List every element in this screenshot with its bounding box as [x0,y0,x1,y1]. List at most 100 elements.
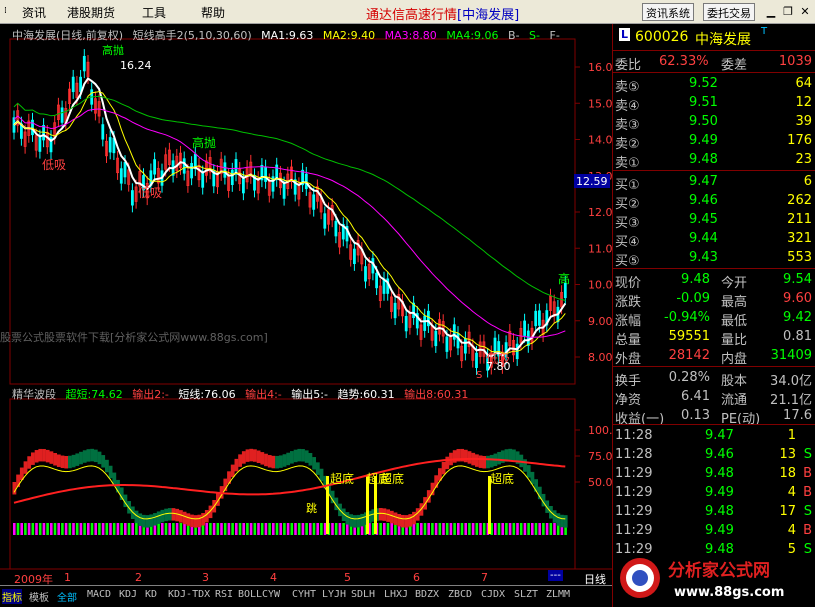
tab-macd[interactable]: MACD [87,589,111,600]
tab-sdlh[interactable]: SDLH [351,589,375,600]
stat-value: -0.94% [664,310,710,325]
band-cell [105,523,109,535]
sub-bar [253,449,257,462]
stat-row[interactable]: 现价 9.48 今开 9.54 [613,271,815,291]
sub-bar [56,454,61,467]
sub-bar [352,515,357,528]
band-cell [346,523,349,535]
band-cell [305,523,308,535]
trade-button[interactable]: 委托交易 [703,3,755,21]
annot-low-buy-2: 低吸 [138,186,163,200]
ask-row[interactable]: 卖③ 9.50 39 [613,113,815,133]
sub-bar [463,449,468,463]
ask-price: 9.49 [689,133,718,148]
tick-row[interactable]: 11:29 9.49 4 B [613,522,815,540]
sub-bar [563,515,568,528]
band-cell [94,523,97,535]
tab-kdj-tdx[interactable]: KDJ-TDX [168,589,210,600]
tab-zlmm[interactable]: ZLMM [546,589,570,600]
tab-zbcd[interactable]: ZBCD [448,589,472,600]
tab-kd[interactable]: KD [145,589,157,600]
stat2-row[interactable]: 换手 0.28% 股本 34.0亿 [613,369,815,389]
band-cell [223,523,227,535]
tab-lyjh[interactable]: LYJH [322,589,346,600]
stat-row[interactable]: 涨幅 -0.94% 最低 9.42 [613,309,815,329]
bid-row[interactable]: 买⑤ 9.43 553 [613,249,815,269]
tick-volume: 4 [787,485,796,500]
tick-row[interactable]: 11:29 9.48 18 B [613,465,815,483]
band-cell [453,523,456,535]
tab-指标[interactable]: 指标 [2,589,22,604]
band-cell [120,523,123,535]
tab-cyht[interactable]: CYHT [292,589,316,600]
tick-row[interactable]: 11:28 9.47 1 [613,427,815,445]
candle-body [190,163,194,179]
time-cursor[interactable]: --- [548,570,563,581]
stat-row[interactable]: 总量 59551 量比 0.81 [613,328,815,348]
ask-row[interactable]: 卖④ 9.51 12 [613,94,815,114]
tick-row[interactable]: 11:29 9.49 4 B [613,484,815,502]
tab-lhxj[interactable]: LHXJ [384,589,408,600]
tick-row[interactable]: 11:29 9.48 17 S [613,503,815,521]
band-cell [246,523,249,535]
ma1-value: MA1:9.63 [261,29,314,42]
candle-body [538,310,541,326]
band-cell [20,523,23,535]
band-cell [549,523,553,535]
weibi-value: 62.33% [659,54,709,69]
band-cell [445,523,449,535]
band-cell [508,523,512,535]
bid-row[interactable]: 买④ 9.44 321 [613,230,815,250]
menu-help[interactable]: 帮助 [201,4,225,21]
candle-body [445,336,449,352]
time-month-5: 5 [344,571,351,584]
sub-bar [182,511,187,525]
out5-value: 输出5:- [291,388,328,401]
stat-row[interactable]: 外盘 28142 内盘 31409 [613,347,815,367]
tab-slzt[interactable]: SLZT [514,589,538,600]
stat2-row[interactable]: 收益(一) 0.13 PE(动) 17.6 [613,407,815,427]
sub-bar [164,508,168,522]
close-icon[interactable]: ✕ [797,4,813,19]
tick-row[interactable]: 11:28 9.46 13 S [613,446,815,464]
band-cell [235,523,238,535]
candle-body [404,315,408,332]
info-system-button[interactable]: 资讯系统 [642,3,694,21]
sub-bar [101,455,106,468]
tick-volume: 17 [779,504,796,519]
sub-bar [190,514,194,528]
tab-bdzx[interactable]: BDZX [415,589,439,600]
tab-kdj[interactable]: KDJ [119,589,137,600]
menu-hk-futures[interactable]: 港股期货 [67,4,115,21]
tab-cyw[interactable]: CYW [262,589,280,600]
menu-info[interactable]: 资讯 [22,4,46,21]
bid-label: 买③ [615,216,640,231]
bid-row[interactable]: 买③ 9.45 211 [613,211,815,231]
band-cell [72,523,75,535]
bid-row[interactable]: 买② 9.46 262 [613,192,815,212]
sub-bar [42,448,46,462]
candle-body [101,124,105,140]
menu-tools[interactable]: 工具 [142,4,166,21]
tab-cjdx[interactable]: CJDX [481,589,505,600]
band-cell [434,523,438,535]
tick-time: 11:29 [615,466,653,481]
tab-boll[interactable]: BOLL [238,589,262,600]
tab-rsi[interactable]: RSI [215,589,233,600]
ask-row[interactable]: 卖⑤ 9.52 64 [613,75,815,95]
band-cell [68,523,72,535]
tab-全部[interactable]: 全部 [57,589,77,604]
band-cell [294,523,297,535]
restore-icon[interactable]: ❐ [780,4,796,19]
stat-row[interactable]: 涨跌 -0.09 最高 9.60 [613,290,815,310]
ask-row[interactable]: 卖① 9.48 23 [613,151,815,171]
tab-模板[interactable]: 模板 [29,589,49,604]
stat2-value: 21.1亿 [770,393,812,408]
ask-row[interactable]: 卖② 9.49 176 [613,132,815,152]
bid-row[interactable]: 买① 9.47 6 [613,173,815,193]
minimize-icon[interactable]: ▁ [763,4,779,19]
chart-area[interactable]: 16.0015.0014.0013.0012.0011.0010.009.008… [0,24,612,586]
weicha-value: 1039 [778,54,812,69]
stat2-row[interactable]: 净资 6.41 流通 21.1亿 [613,388,815,408]
sub-bar [319,468,324,482]
